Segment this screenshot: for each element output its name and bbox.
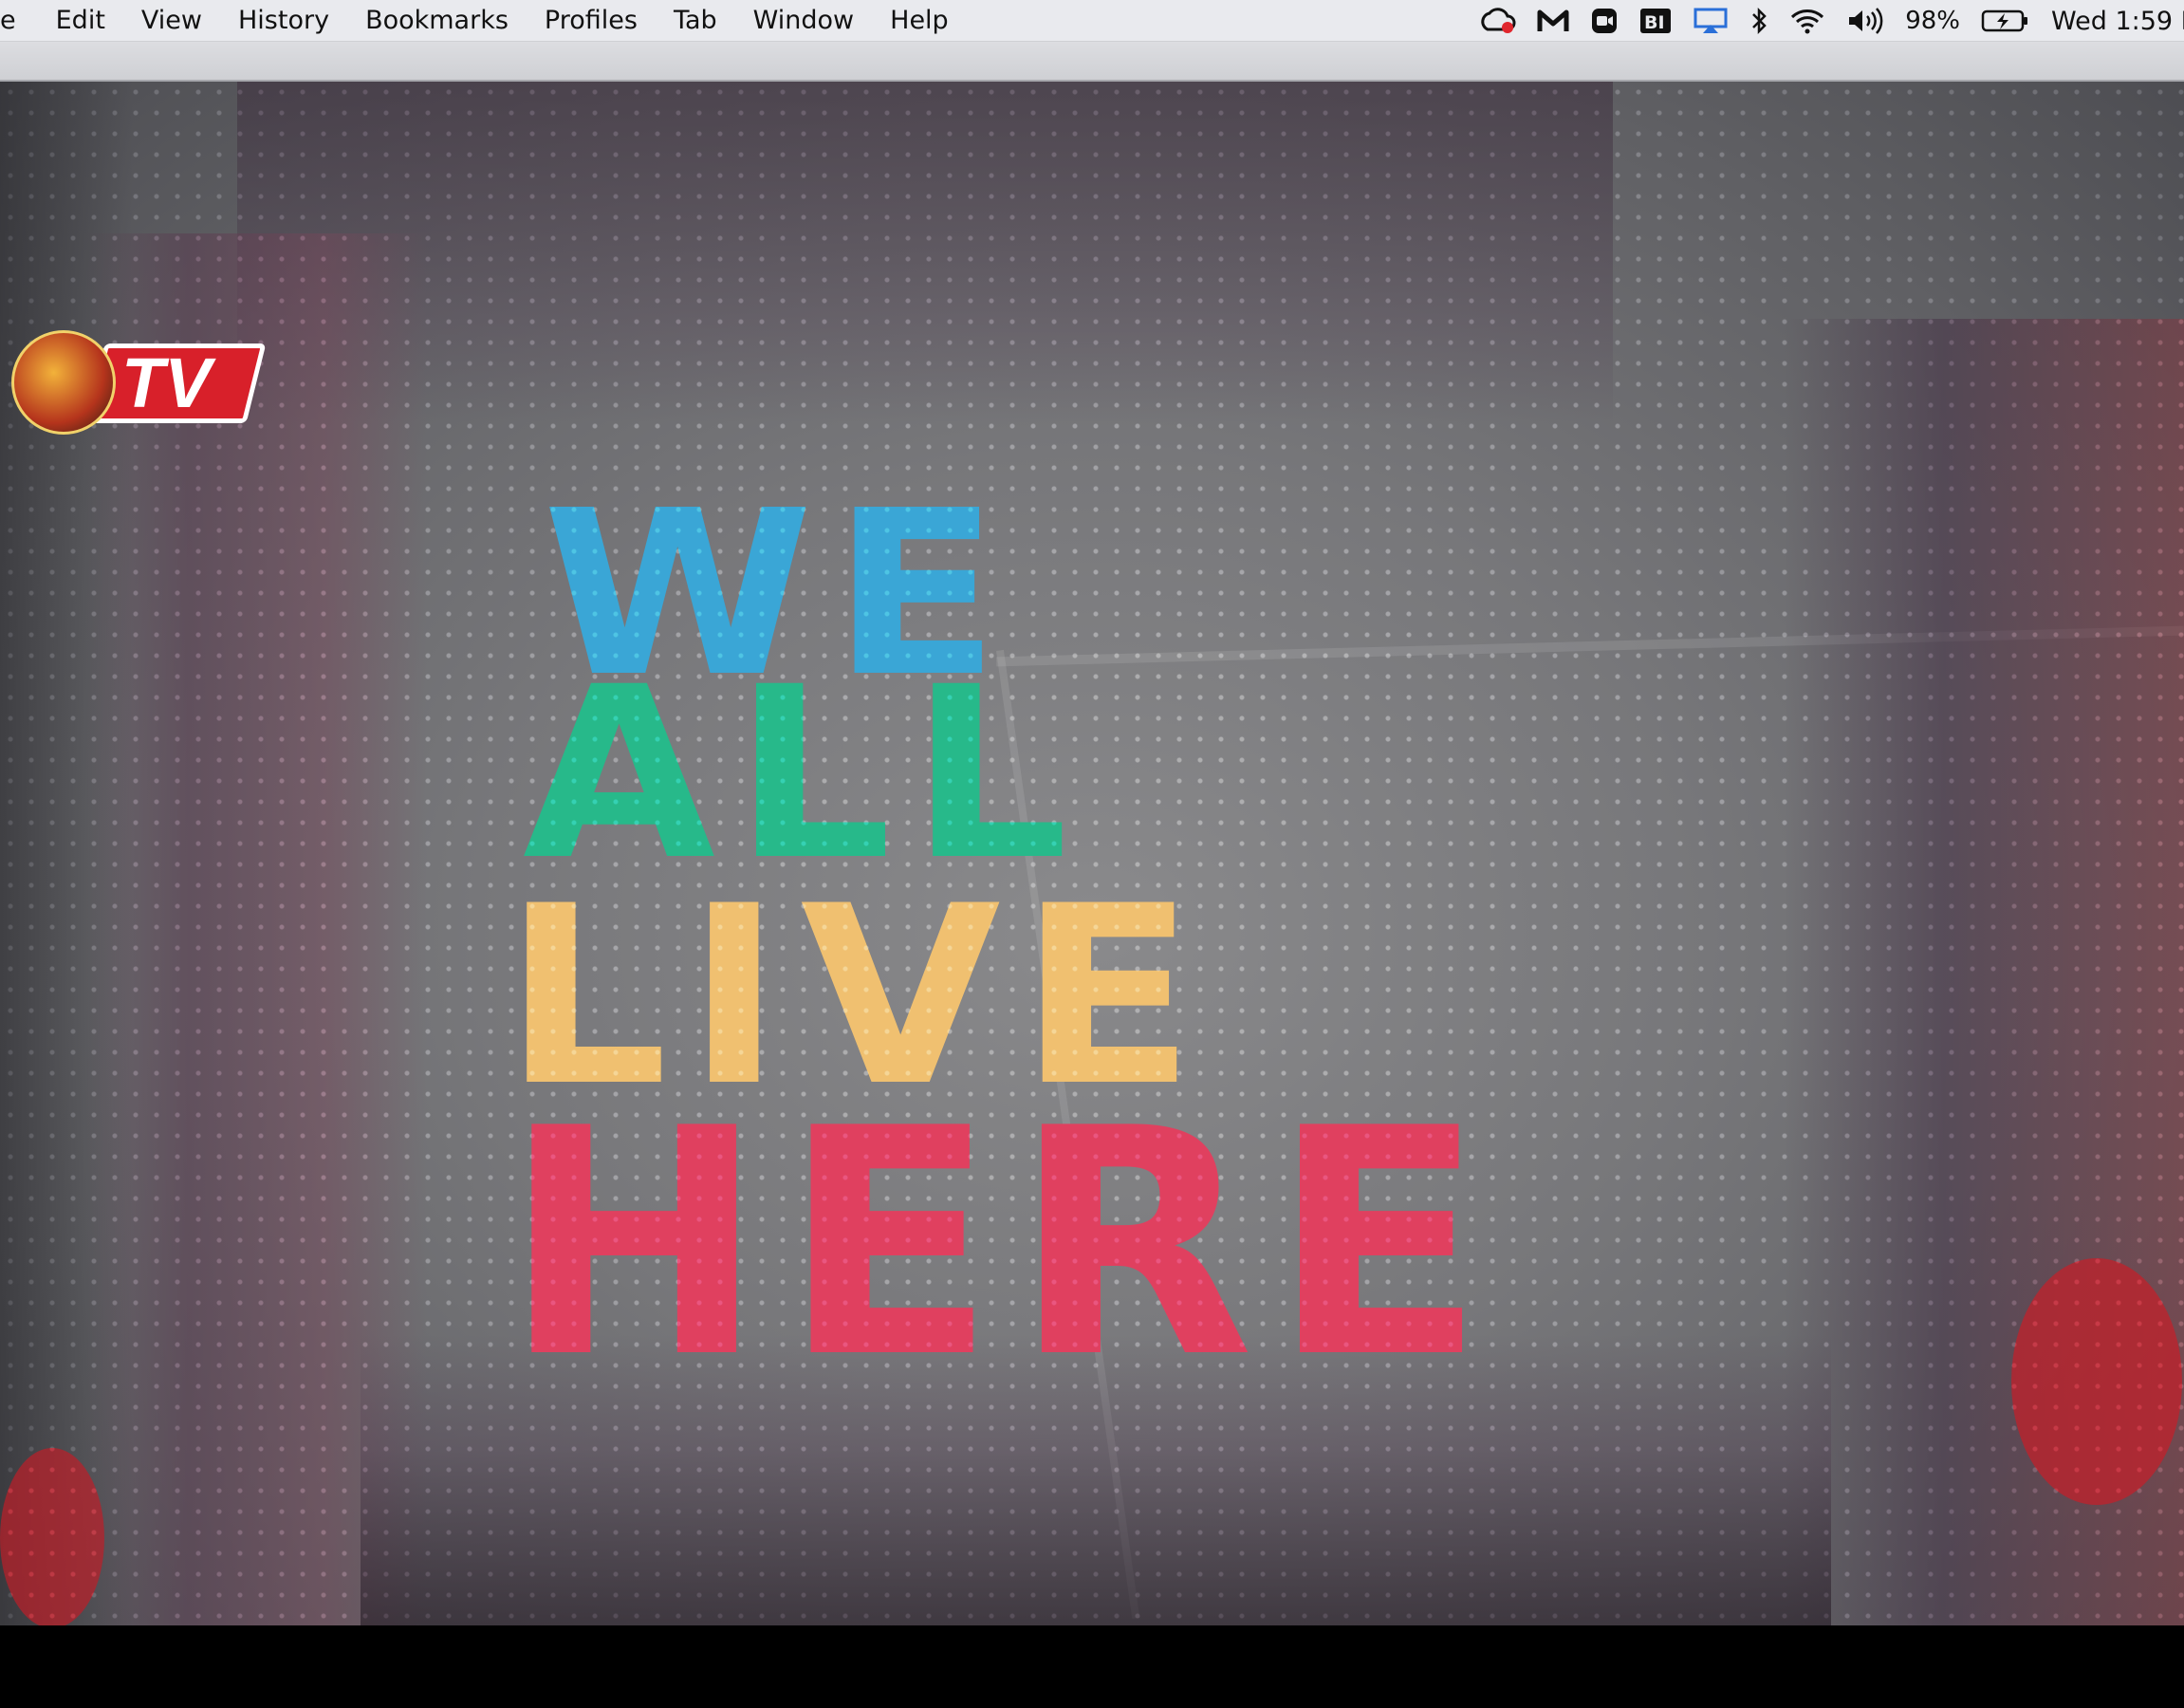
bi-icon[interactable]: BI [1639,0,1672,42]
volume-icon[interactable] [1846,0,1884,42]
menu-edit[interactable]: Edit [38,0,123,42]
mail-m-icon[interactable] [1537,0,1569,42]
menu-help[interactable]: Help [872,0,967,42]
tv-logo-text: TV [121,343,212,422]
creative-cloud-icon[interactable] [1478,0,1516,42]
bluetooth-icon[interactable] [1749,0,1768,42]
crowd-top [237,82,1613,423]
menu-window[interactable]: Window [735,0,872,42]
battery-charging-icon[interactable] [1981,0,2030,42]
floor-text-here: HERE [503,1062,1503,1426]
browser-toolbar [0,42,2184,82]
red-jersey-person [0,1448,104,1625]
zoom-icon[interactable] [1590,0,1619,42]
menu-history[interactable]: History [220,0,347,42]
svg-text:BI: BI [1644,12,1665,33]
video-player[interactable]: WE ALL LIVE HERE TV [0,82,2184,1625]
menu-profiles[interactable]: Profiles [527,0,656,42]
menu-bookmarks[interactable]: Bookmarks [347,0,527,42]
clock[interactable]: Wed 1:59 P [2051,7,2184,36]
menu-tab[interactable]: Tab [656,0,735,42]
battery-percent[interactable]: 98% [1905,7,1960,35]
menu-bar: e Edit View History Bookmarks Profiles T… [0,0,2184,42]
menu-app-fragment[interactable]: e [0,0,38,42]
airplay-icon[interactable] [1693,0,1729,42]
status-menus: BI 98% Wed 1:59 P [1478,0,2184,42]
red-shirt-person [2011,1258,2182,1505]
wifi-icon[interactable] [1789,0,1825,42]
app-menus: e Edit View History Bookmarks Profiles T… [0,0,967,42]
blackhawks-head-icon [11,330,116,435]
blackhawks-tv-logo: TV [11,330,267,435]
menu-view[interactable]: View [123,0,220,42]
video-letterbox-bottom [0,1625,2184,1708]
